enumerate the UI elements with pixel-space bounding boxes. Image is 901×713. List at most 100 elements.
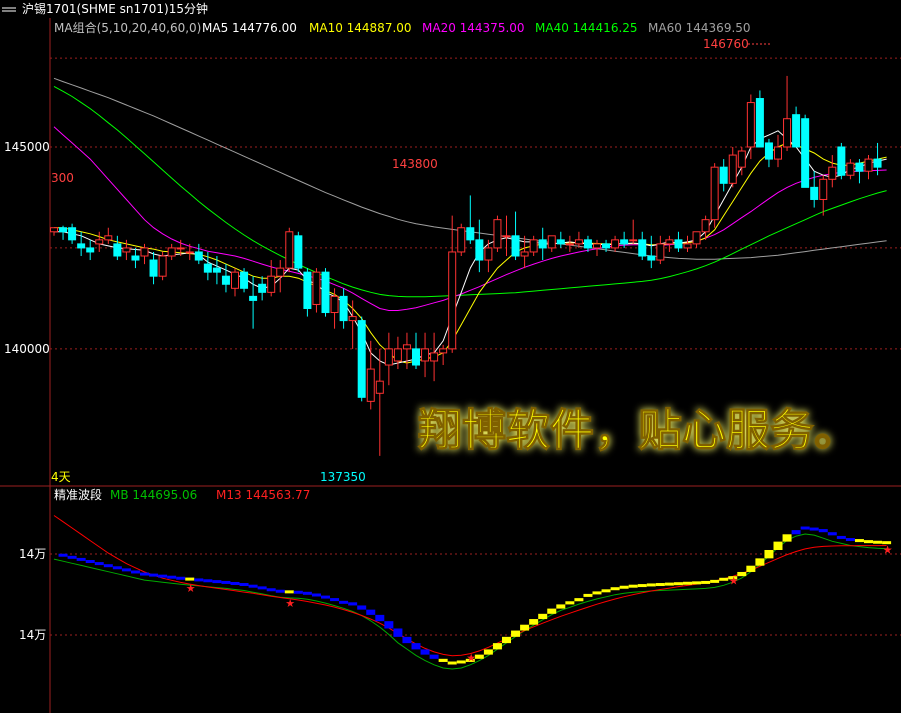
candle (457, 223, 466, 256)
band-block (456, 660, 466, 664)
candle-body (493, 219, 502, 249)
candle-body (737, 150, 746, 168)
candle-body (602, 243, 611, 249)
y-tick-145000: 145000 (4, 140, 50, 154)
candle-body (140, 247, 149, 257)
band-block (556, 604, 566, 609)
candle-body (674, 239, 683, 249)
candle-body (330, 295, 339, 314)
candle-body (647, 255, 656, 261)
candle (493, 215, 502, 252)
legend-item-4: MA40 144416.25 (535, 21, 638, 35)
candle-body (728, 154, 737, 184)
band-block (257, 586, 267, 590)
band-block (402, 636, 412, 644)
sub-axis-label-lower: 14万 (19, 628, 46, 642)
candle-body (556, 239, 565, 245)
price-label-1: 143800 (392, 157, 438, 171)
candle (285, 227, 294, 273)
candle-body (574, 239, 583, 245)
legend-item-0: MA组合(5,10,20,40,60,0) (54, 20, 201, 35)
band-block (827, 532, 837, 536)
band-block (845, 538, 855, 542)
band-block (429, 654, 439, 659)
candle-body (185, 251, 194, 254)
band-block (176, 576, 186, 580)
candle-body (638, 239, 647, 257)
candle-body (68, 227, 77, 241)
band-block (764, 549, 774, 559)
band-block (130, 570, 140, 574)
candle-body (240, 271, 249, 289)
candle-body (303, 271, 312, 309)
candle-body (113, 243, 122, 257)
candle-body (783, 118, 792, 148)
candle-body (701, 219, 710, 233)
band-block (447, 661, 457, 665)
candle-body (86, 247, 95, 253)
candle-body (502, 235, 511, 238)
price-label-0: 146760 (703, 37, 749, 51)
candle-body (475, 239, 484, 261)
band-block (719, 577, 729, 581)
band-block (782, 534, 792, 542)
candle-body (611, 239, 620, 249)
band-block (302, 591, 312, 595)
period-label: 4天 (51, 470, 71, 484)
band-block (411, 643, 421, 650)
candle-body (375, 380, 384, 394)
band-block (185, 577, 195, 581)
band-block (149, 573, 159, 577)
price-label-3: 300 (51, 171, 74, 185)
band-block (800, 526, 810, 530)
band-block (194, 578, 204, 582)
candle-body (828, 166, 837, 180)
legend-item-3: MA20 144375.00 (422, 21, 525, 35)
candle-body (520, 251, 529, 257)
candle-body (258, 283, 267, 293)
candle-body (719, 166, 728, 184)
candle-body (810, 186, 819, 200)
band-block (836, 535, 846, 539)
candle-body (665, 239, 674, 245)
candle-body (466, 227, 475, 241)
candle-body (412, 348, 420, 366)
band-block (701, 580, 711, 584)
band-block (239, 583, 249, 587)
candle-body (321, 271, 330, 314)
band-block (438, 658, 448, 662)
band-block (547, 608, 557, 614)
band-block (357, 605, 367, 610)
candle-body (357, 320, 366, 398)
band-block (112, 566, 122, 570)
candle-body (77, 243, 86, 249)
band-block (755, 558, 765, 566)
band-block (511, 630, 521, 637)
candle-body (221, 275, 230, 285)
band-block (284, 590, 294, 594)
candle (801, 114, 810, 188)
candle-body (430, 352, 439, 362)
band-block (266, 588, 276, 592)
candle-body (656, 243, 665, 261)
candle (755, 90, 764, 148)
band-block (601, 589, 611, 593)
candle-body (484, 247, 493, 261)
candle-body (294, 235, 303, 269)
candle-body (629, 239, 638, 242)
candle-body (837, 146, 846, 176)
candle-body (194, 251, 203, 261)
candle-body (312, 271, 321, 305)
candle-body (158, 255, 167, 277)
candle-body (402, 344, 411, 350)
kline-chart[interactable]: 沪锡1701(SHME sn1701)15分钟 MA组合(5,10,20,40,… (0, 0, 901, 713)
band-block (864, 540, 873, 544)
candle-body (746, 102, 755, 148)
candle-body (547, 235, 556, 249)
candle-body (285, 231, 294, 269)
signal-star-icon: ★ (285, 597, 295, 610)
band-block (710, 579, 720, 583)
candle-body (267, 275, 276, 293)
band-block (275, 589, 285, 593)
band-block (158, 574, 168, 578)
